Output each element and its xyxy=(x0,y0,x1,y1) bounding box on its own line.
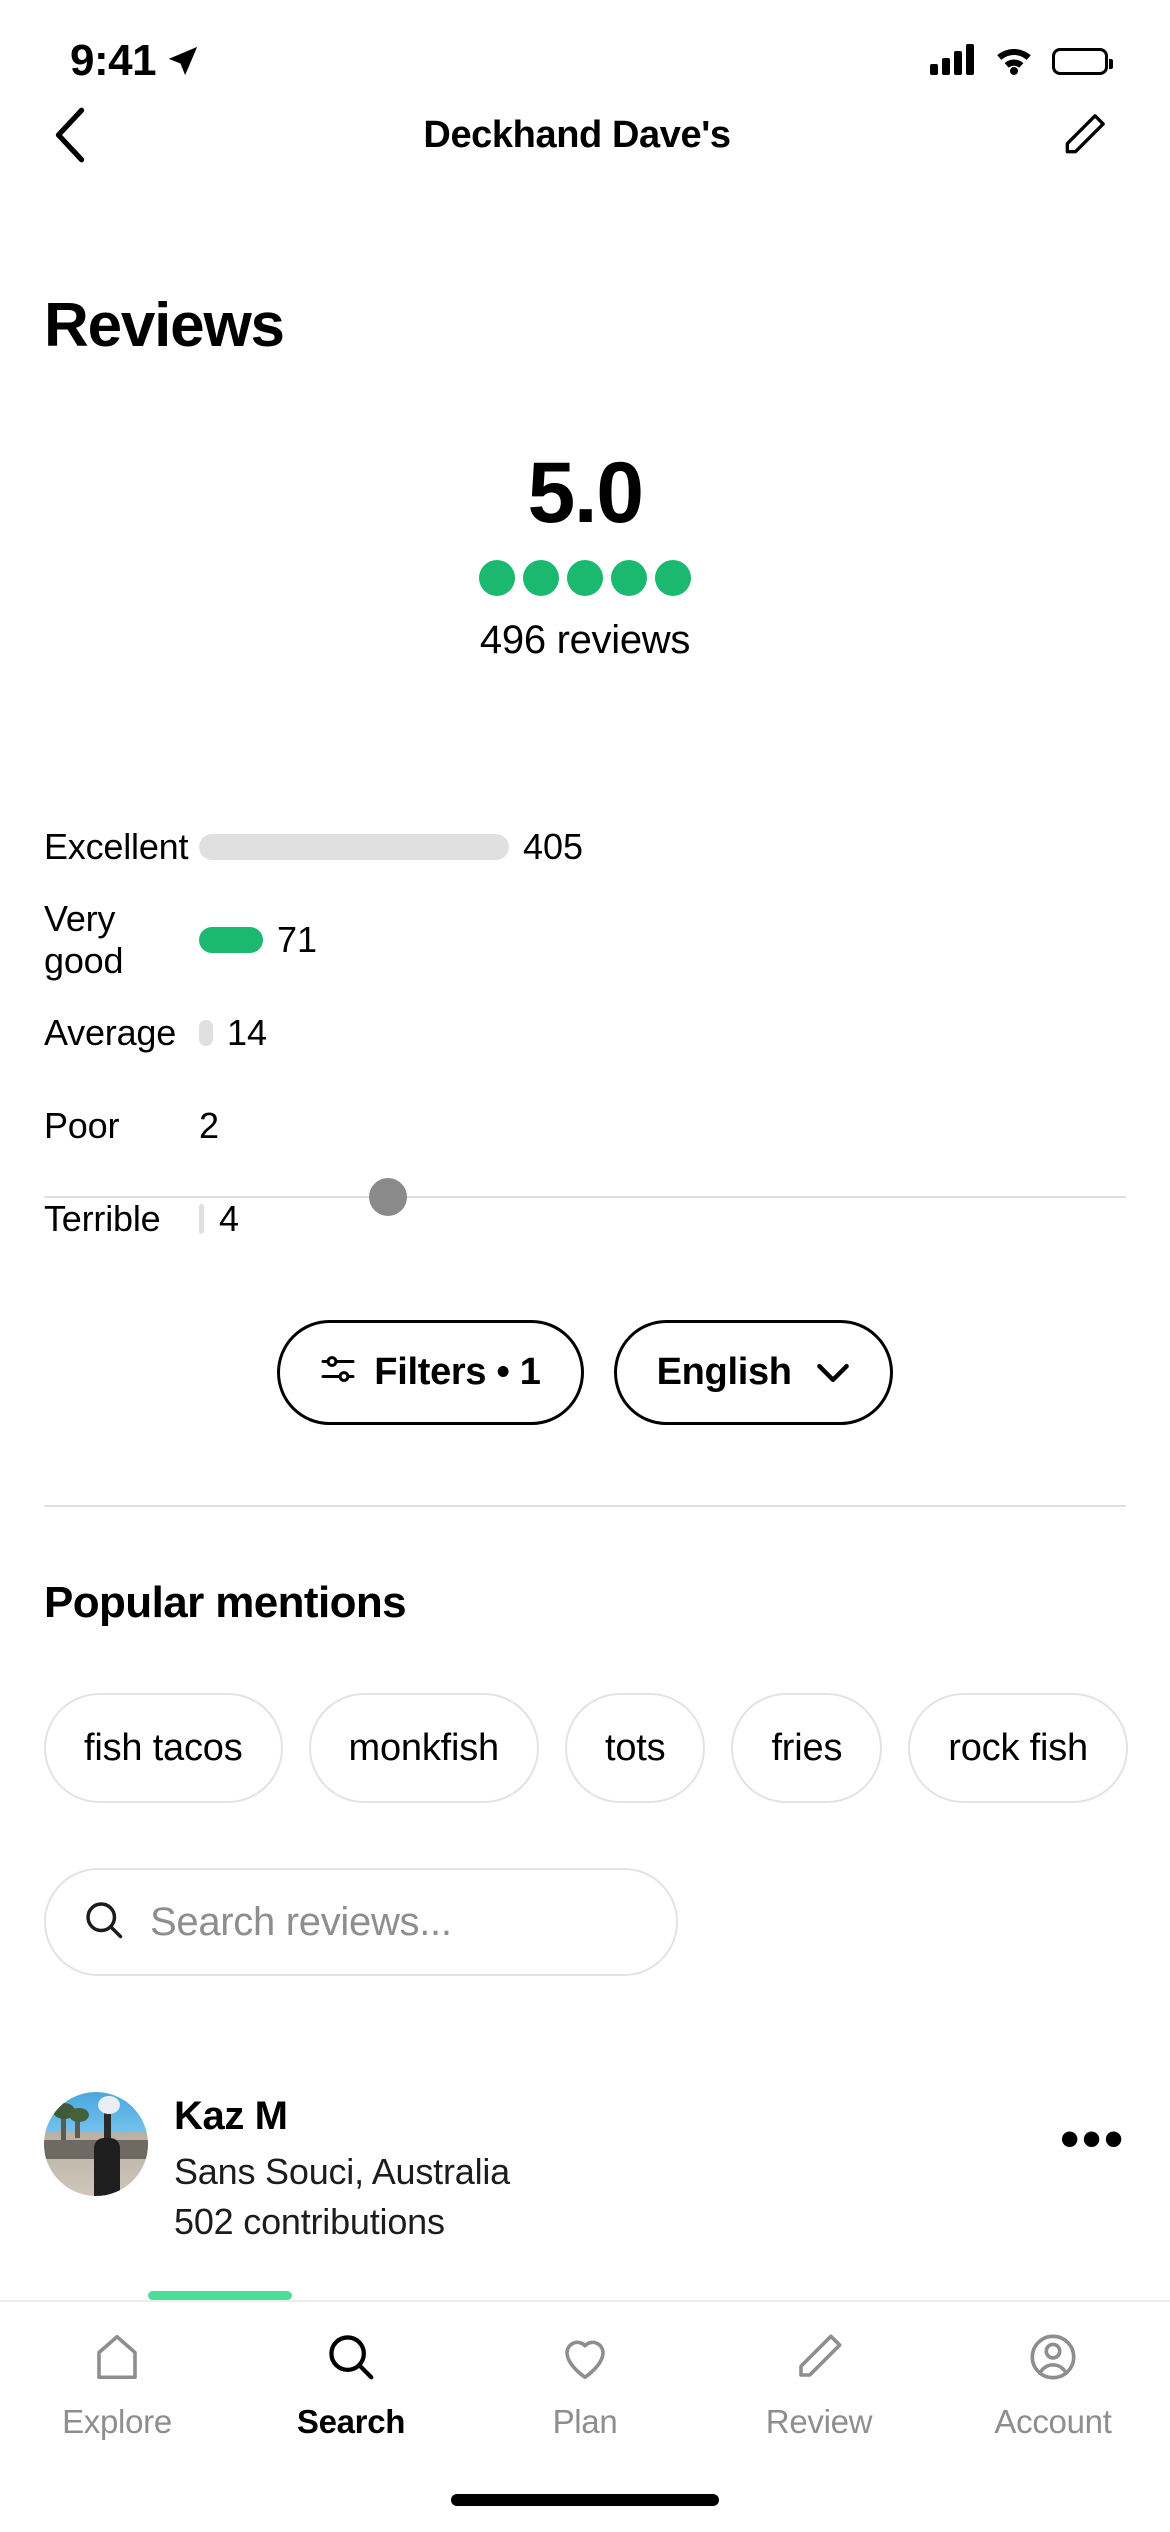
rating-bubble xyxy=(567,560,603,596)
rating-distribution-label: Very good xyxy=(44,897,124,981)
tab-review[interactable]: Review xyxy=(702,2330,936,2441)
tab-label: Search xyxy=(296,2403,406,2440)
rating-distribution-label: Poor xyxy=(44,1104,120,1146)
mention-chip[interactable]: tots xyxy=(565,1693,706,1803)
sliders-icon xyxy=(320,1351,356,1394)
loading-progress-bar xyxy=(148,2291,292,2300)
mention-chip[interactable]: fish tacos xyxy=(44,1693,283,1803)
tab-label: Review xyxy=(765,2403,873,2440)
search-placeholder: Search reviews... xyxy=(150,1899,452,1944)
rating-distribution-track xyxy=(199,1203,205,1234)
mention-chip[interactable]: rock fish xyxy=(908,1693,1128,1803)
language-label: English xyxy=(656,1351,792,1393)
status-bar-right xyxy=(930,43,1113,80)
home-icon xyxy=(90,2330,144,2389)
status-bar-left: 9:41 xyxy=(70,36,200,86)
rating-bubble xyxy=(479,560,515,596)
rating-distribution-count: 71 xyxy=(277,918,318,960)
rating-distribution-count: 2 xyxy=(199,1104,220,1146)
rating-distribution-row[interactable]: Terrible 4 xyxy=(44,1172,1126,1265)
rating-distribution-row[interactable]: Average 14 xyxy=(44,986,1126,1079)
status-bar: 9:41 xyxy=(0,0,1170,100)
filters-label: Filters • 1 xyxy=(374,1351,541,1393)
rating-distribution-row[interactable]: Excellent 405 xyxy=(44,800,1126,893)
cellular-signal-icon xyxy=(930,43,976,80)
mention-chip[interactable]: fries xyxy=(731,1693,883,1803)
divider-bottom xyxy=(44,1505,1126,1507)
rating-distribution-label: Average xyxy=(44,1011,177,1053)
status-time: 9:41 xyxy=(70,36,157,85)
tab-label: Plan xyxy=(552,2403,618,2440)
rating-distribution-bar xyxy=(199,1019,213,1046)
rating-distribution-count: 14 xyxy=(227,1011,268,1053)
location-arrow-icon xyxy=(166,44,200,78)
filters-button[interactable]: Filters • 1 xyxy=(277,1320,584,1425)
rating-distribution-row[interactable]: Very good 71 xyxy=(44,893,1126,986)
rating-distribution-track xyxy=(199,833,509,860)
divider-top xyxy=(44,1196,1126,1198)
tab-search[interactable]: Search xyxy=(234,2330,468,2441)
rating-bubble xyxy=(611,560,647,596)
review-author-location: Sans Souci, Australia xyxy=(174,2151,510,2192)
avatar[interactable] xyxy=(44,2092,148,2196)
tab-plan[interactable]: Plan xyxy=(468,2330,702,2441)
rating-distribution-track xyxy=(199,1019,213,1046)
review-author-name: Kaz M xyxy=(174,2094,288,2138)
popular-mentions-chips[interactable]: fish tacos monkfish tots fries rock fish xyxy=(44,1693,1170,1803)
wifi-icon xyxy=(992,43,1036,80)
rating-distribution-label: Terrible xyxy=(44,1197,161,1239)
chevron-down-icon xyxy=(816,1362,850,1384)
nav-bar: Deckhand Dave's xyxy=(0,95,1170,175)
rating-distribution-bar xyxy=(199,1203,204,1234)
language-button[interactable]: English xyxy=(613,1320,893,1425)
nav-title: Deckhand Dave's xyxy=(423,113,731,156)
rating-value: 5.0 xyxy=(527,445,644,541)
tab-label: Explore xyxy=(62,2403,172,2440)
rating-distribution-count: 4 xyxy=(219,1197,240,1239)
mention-chip[interactable]: monkfish xyxy=(308,1693,539,1803)
review-item[interactable]: Kaz M Sans Souci, Australia 502 contribu… xyxy=(44,2092,1126,2243)
battery-full-icon xyxy=(1052,47,1113,75)
tab-label: Account xyxy=(994,2403,1112,2440)
filter-row: Filters • 1 English xyxy=(0,1320,1170,1425)
page-title: Reviews xyxy=(44,291,285,360)
pencil-icon xyxy=(1065,114,1105,154)
rating-distribution-label: Excellent xyxy=(44,825,189,867)
review-author-contributions: 502 contributions xyxy=(174,2201,445,2242)
rating-distribution-bar xyxy=(199,926,263,953)
rating-distribution-count: 405 xyxy=(523,825,584,867)
edit-button[interactable] xyxy=(1054,105,1114,165)
rating-distribution-row[interactable]: Poor 2 xyxy=(44,1079,1126,1172)
search-icon xyxy=(324,2330,378,2389)
home-indicator xyxy=(451,2494,719,2506)
heart-icon xyxy=(558,2330,612,2389)
rating-bubble xyxy=(523,560,559,596)
search-icon xyxy=(82,1898,126,1947)
search-reviews-field[interactable]: Search reviews... xyxy=(44,1868,678,1976)
tab-explore[interactable]: Explore xyxy=(0,2330,234,2441)
rating-distribution-bar xyxy=(199,833,509,860)
review-more-options-button[interactable]: ••• xyxy=(1060,2092,1126,2243)
reviews-count: 496 reviews xyxy=(479,618,691,662)
touch-pointer-indicator xyxy=(369,1178,407,1216)
overall-rating: 5.0 496 reviews xyxy=(0,450,1170,663)
rating-distribution-track xyxy=(199,926,263,953)
back-button[interactable] xyxy=(40,105,100,165)
popular-mentions-title: Popular mentions xyxy=(44,1578,407,1627)
phone-screen: 9:41 Deckhand Dave's Reviews 5.0 496 rev… xyxy=(0,0,1170,2532)
tab-account[interactable]: Account xyxy=(936,2330,1170,2441)
pencil-icon xyxy=(792,2330,846,2389)
rating-bubbles xyxy=(0,560,1170,596)
rating-bubble xyxy=(655,560,691,596)
account-circle-icon xyxy=(1026,2330,1080,2389)
review-author-meta: Kaz M Sans Souci, Australia 502 contribu… xyxy=(174,2092,1034,2243)
